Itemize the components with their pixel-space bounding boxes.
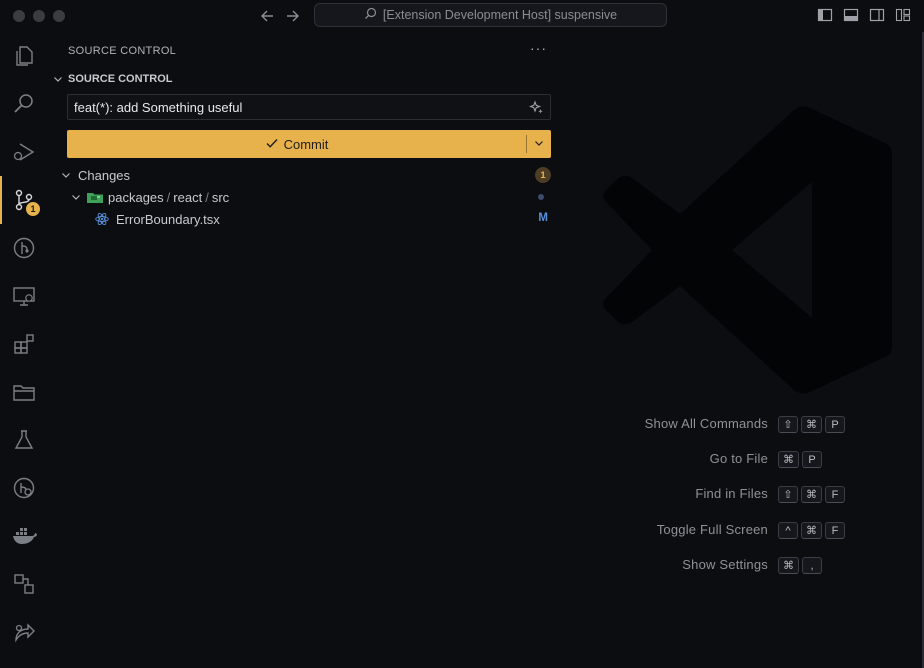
command-center-text: [Extension Development Host] suspensive (382, 8, 618, 22)
more-actions-icon[interactable]: ··· (530, 40, 547, 56)
title-bar: [Extension Development Host] suspensive (0, 0, 924, 32)
path-separator: / (205, 189, 209, 205)
vscode-logo-watermark (603, 106, 892, 394)
key-cap: F (825, 486, 845, 503)
key-cap: ⌘ (801, 486, 822, 503)
commit-main-action[interactable]: Commit (67, 130, 526, 158)
sidebar-title: SOURCE CONTROL (68, 45, 177, 57)
changes-group[interactable]: Changes 1 (48, 164, 562, 186)
activity-bar: 1 (0, 32, 48, 668)
command-center-search[interactable]: [Extension Development Host] suspensive (314, 3, 667, 27)
source-control-badge: 1 (26, 202, 40, 216)
toggle-primary-sidebar-icon[interactable] (817, 7, 833, 23)
shortcut-show-settings[interactable]: Show Settings ⌘ , (562, 554, 924, 576)
modified-status-badge: M (538, 212, 548, 224)
section-title: SOURCE CONTROL (68, 73, 173, 85)
commit-message-input[interactable]: feat(*): add Something useful (67, 94, 551, 120)
folder-icon[interactable] (0, 368, 48, 416)
layout-icon[interactable] (0, 560, 48, 608)
key-cap: ⇧ (778, 416, 798, 433)
remote-explorer-icon[interactable] (0, 272, 48, 320)
shortcut-keys: ⇧ ⌘ P (778, 416, 845, 433)
key-cap: F (825, 522, 845, 539)
commit-dropdown-button[interactable] (527, 130, 551, 158)
git-graph-icon[interactable] (0, 224, 48, 272)
shortcut-keys: ^ ⌘ F (778, 522, 845, 539)
changes-label: Changes (78, 167, 131, 183)
forward-arrow-icon[interactable] (284, 6, 302, 26)
shortcut-label: Toggle Full Screen (656, 522, 768, 537)
chevron-down-icon (70, 191, 82, 203)
maximize-window-button[interactable] (53, 10, 65, 22)
shortcut-label: Find in Files (695, 486, 768, 501)
shortcut-show-all-commands[interactable]: Show All Commands ⇧ ⌘ P (562, 413, 924, 435)
source-control-sidebar: SOURCE CONTROL ··· SOURCE CONTROL feat(*… (48, 32, 562, 668)
shortcut-toggle-full-screen[interactable]: Toggle Full Screen ^ ⌘ F (562, 519, 924, 541)
key-cap: ^ (778, 522, 798, 539)
folder-path-part: react (173, 189, 203, 205)
shortcut-go-to-file[interactable]: Go to File ⌘ P (562, 448, 924, 470)
shortcut-label: Show Settings (682, 557, 768, 572)
shortcut-keys: ⌘ , (778, 557, 822, 574)
key-cap: ⌘ (801, 416, 822, 433)
package-folder-icon (86, 190, 104, 204)
chevron-down-icon (52, 73, 64, 85)
path-separator: / (166, 189, 171, 205)
live-share-icon[interactable] (0, 608, 48, 656)
folder-modified-dot (538, 194, 544, 200)
toggle-secondary-sidebar-icon[interactable] (869, 7, 885, 23)
close-window-button[interactable] (13, 10, 25, 22)
check-icon (265, 136, 279, 153)
source-control-section-header[interactable]: SOURCE CONTROL (52, 72, 173, 86)
key-cap: ⇧ (778, 486, 798, 503)
key-cap: , (802, 557, 822, 574)
minimize-window-button[interactable] (33, 10, 45, 22)
toggle-panel-icon[interactable] (843, 7, 859, 23)
customize-layout-icon[interactable] (895, 7, 911, 23)
chevron-down-icon (60, 169, 72, 181)
folder-path-part: packages (108, 189, 164, 205)
folder-path-part: src (211, 189, 230, 205)
search-icon (364, 7, 377, 23)
commit-button[interactable]: Commit (67, 130, 551, 158)
search-icon[interactable] (0, 80, 48, 128)
shortcut-find-in-files[interactable]: Find in Files ⇧ ⌘ F (562, 483, 924, 505)
chevron-down-icon (533, 137, 545, 152)
file-row[interactable]: ErrorBoundary.tsx M (48, 208, 562, 230)
github-icon[interactable] (0, 464, 48, 512)
back-arrow-icon[interactable] (258, 6, 276, 26)
key-cap: ⌘ (778, 451, 799, 468)
key-cap: ⌘ (801, 522, 822, 539)
testing-icon[interactable] (0, 416, 48, 464)
file-name: ErrorBoundary.tsx (116, 211, 220, 227)
source-control-icon[interactable]: 1 (0, 176, 48, 224)
run-debug-icon[interactable] (0, 128, 48, 176)
commit-label: Commit (283, 136, 329, 152)
changes-count-badge: 1 (535, 167, 551, 183)
folder-row[interactable]: packages / react / src (48, 186, 562, 208)
docker-icon[interactable] (0, 512, 48, 560)
shortcut-keys: ⇧ ⌘ F (778, 486, 845, 503)
shortcut-label: Go to File (709, 451, 768, 466)
key-cap: ⌘ (778, 557, 799, 574)
react-file-icon (95, 212, 109, 226)
editor-empty-area: Show All Commands ⇧ ⌘ P Go to File ⌘ P F… (562, 32, 924, 668)
key-cap: P (802, 451, 822, 468)
shortcut-label: Show All Commands (644, 416, 768, 431)
extensions-icon[interactable] (0, 320, 48, 368)
key-cap: P (825, 416, 845, 433)
files-icon[interactable] (0, 32, 48, 80)
sparkle-icon[interactable] (528, 100, 544, 115)
commit-message-text: feat(*): add Something useful (74, 99, 243, 115)
shortcut-keys: ⌘ P (778, 451, 822, 468)
